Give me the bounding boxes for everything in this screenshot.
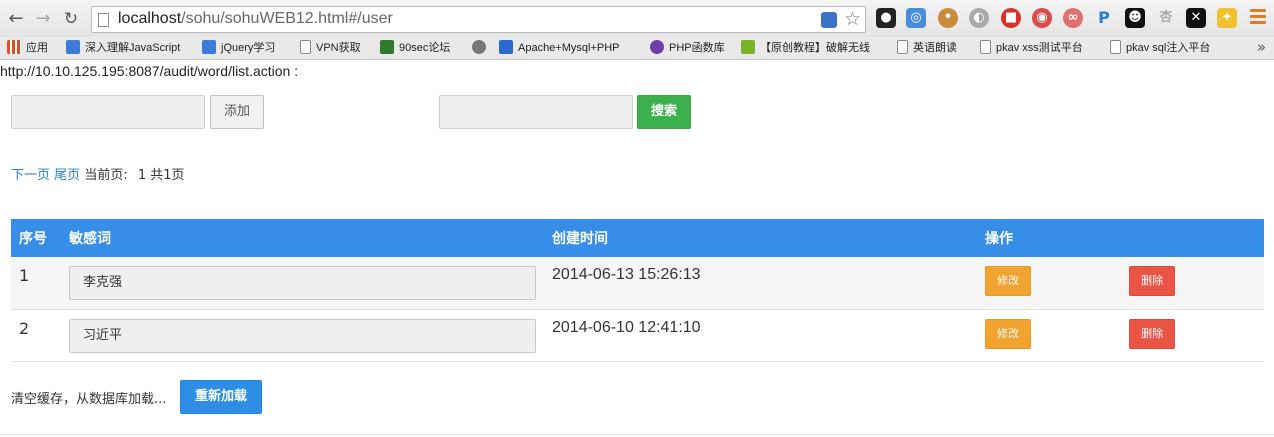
last-page-link[interactable]: 尾页 — [54, 168, 80, 183]
proxy-ext-icon[interactable]: ◎ — [906, 8, 926, 28]
search-ext-icon[interactable]: ◉ — [1032, 8, 1052, 28]
reload-icon[interactable]: ↻ — [61, 8, 81, 30]
bookmark-item[interactable]: 深入理解JavaScript — [66, 40, 180, 57]
bookmark-item[interactable]: 英语朗读 — [897, 40, 957, 57]
bookmarks-more-icon[interactable]: » — [1257, 38, 1266, 56]
share-ext-icon[interactable]: ∞ — [1063, 8, 1083, 28]
star-ext-icon[interactable]: ✦ — [1217, 8, 1237, 28]
reload-hint-text: 清空缓存，从数据库加载... — [11, 392, 167, 407]
column-header-word: 敏感词 — [61, 219, 544, 257]
p-ext-icon[interactable]: P — [1094, 8, 1114, 28]
forward-arrow-icon[interactable]: → — [33, 8, 53, 30]
bookmark-item[interactable]: pkav xss测试平台 — [980, 40, 1083, 57]
column-header-index: 序号 — [11, 219, 61, 257]
row-index: 1 — [11, 257, 61, 310]
created-time: 2014-06-10 12:41:10 — [544, 309, 977, 362]
next-page-link[interactable]: 下一页 — [11, 168, 50, 183]
bookmark-item[interactable]: VPN获取 — [300, 40, 361, 57]
current-page-label: 当前页: — [84, 168, 128, 183]
word-field[interactable]: 习近平 — [69, 318, 536, 353]
address-bar[interactable]: localhost/sohu/sohuWEB12.html#/user ☆ — [91, 6, 866, 33]
actions-cell: 修改 删除 — [977, 309, 1264, 362]
bookmark-favicon-icon — [202, 40, 216, 54]
word-cell: 李克强 — [61, 257, 544, 310]
page-icon — [98, 13, 109, 27]
bookmark-favicon-icon — [650, 40, 664, 54]
search-button[interactable]: 搜索 — [637, 95, 691, 129]
bookmark-apps[interactable]: 应用 — [7, 40, 48, 57]
column-header-created: 创建时间 — [544, 219, 977, 257]
translate-icon[interactable] — [821, 12, 837, 28]
reload-button[interactable]: 重新加载 — [180, 380, 262, 414]
text-ext-icon[interactable]: 杏 — [1156, 8, 1176, 28]
created-time: 2014-06-13 15:26:13 — [544, 257, 977, 310]
bookmark-item[interactable]: PHP函数库 — [650, 40, 725, 57]
endpoint-text: http://10.10.125.195:8087/audit/word/lis… — [0, 63, 299, 79]
stop-ext-icon[interactable]: ■ — [1001, 8, 1021, 28]
bookmark-item[interactable]: 90sec论坛 — [380, 40, 450, 57]
incognito-ext-icon[interactable]: ● — [876, 8, 896, 28]
apple-icon — [472, 40, 486, 54]
table-row: 1 李克强 2014-06-13 15:26:13 修改 删除 — [11, 257, 1264, 310]
column-header-actions: 操作 — [977, 219, 1264, 257]
actions-cell: 修改 删除 — [977, 257, 1264, 310]
sensitive-word-table: 序号 敏感词 创建时间 操作 1 李克强 2014-06-13 15:26:13… — [11, 219, 1264, 362]
bookmark-favicon-icon — [741, 40, 755, 54]
bookmark-favicon-icon — [66, 40, 80, 54]
word-cell: 习近平 — [61, 309, 544, 362]
pagination: 下一页 尾页 当前页: 1 共1页 — [11, 164, 185, 183]
browser-toolbar: ← → ↻ localhost/sohu/sohuWEB12.html#/use… — [0, 0, 1274, 37]
add-button[interactable]: 添加 — [210, 95, 264, 129]
cookie-ext-icon[interactable]: • — [938, 8, 958, 28]
word-field[interactable]: 李克强 — [69, 266, 536, 300]
address-url: localhost/sohu/sohuWEB12.html#/user — [118, 10, 393, 27]
page-icon — [1110, 40, 1121, 54]
back-arrow-icon[interactable]: ← — [6, 8, 26, 30]
apps-grid-icon — [7, 40, 21, 54]
total-pages: 共1页 — [150, 168, 185, 183]
x-ext-icon[interactable]: ✕ — [1186, 8, 1206, 28]
bookmark-item[interactable]: jQuery学习 — [202, 40, 275, 57]
table-row: 2 习近平 2014-06-10 12:41:10 修改 删除 — [11, 309, 1264, 362]
page-icon — [300, 40, 311, 54]
bookmark-favicon-icon — [499, 40, 513, 54]
table-header-row: 序号 敏感词 创建时间 操作 — [11, 219, 1264, 257]
page-divider — [0, 434, 1274, 435]
row-index: 2 — [11, 309, 61, 362]
bookmark-star-icon[interactable]: ☆ — [844, 8, 861, 30]
bookmark-favicon-icon — [380, 40, 394, 54]
bookmark-item[interactable]: 【原创教程】破解无线 — [741, 40, 870, 57]
search-input[interactable] — [439, 95, 633, 129]
bookmark-item[interactable] — [472, 40, 491, 57]
bookmarks-bar: 应用 深入理解JavaScript jQuery学习 VPN获取 90sec论坛… — [0, 37, 1274, 60]
bookmark-item[interactable]: Apache+Mysql+PHP — [499, 40, 620, 57]
globe-ext-icon[interactable]: ◐ — [969, 8, 989, 28]
menu-icon[interactable] — [1250, 9, 1266, 27]
delete-button[interactable]: 删除 — [1129, 318, 1176, 349]
page-icon — [897, 40, 908, 54]
mask-ext-icon[interactable]: ☻ — [1125, 8, 1145, 28]
bookmark-item[interactable]: pkav sql注入平台 — [1110, 40, 1210, 57]
edit-button[interactable]: 修改 — [985, 318, 1031, 349]
delete-button[interactable]: 删除 — [1129, 266, 1176, 296]
edit-button[interactable]: 修改 — [985, 266, 1031, 296]
page-icon — [980, 40, 991, 54]
add-word-input[interactable] — [11, 95, 205, 129]
current-page-number: 1 — [137, 168, 147, 183]
